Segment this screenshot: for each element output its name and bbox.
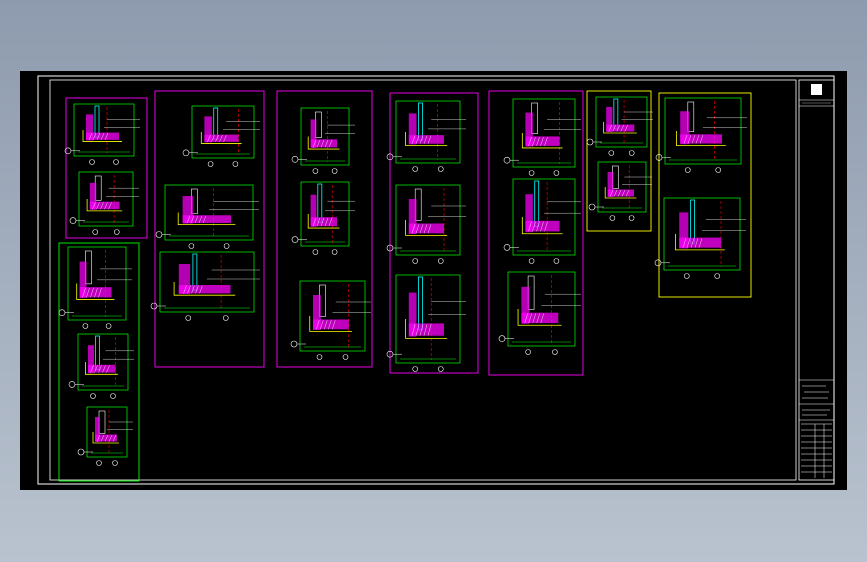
wall-section [408,113,417,145]
wall-section [182,196,194,224]
wall-section [606,107,613,132]
wall-section [95,417,100,442]
wall-section [408,199,417,234]
wall-section [525,194,533,233]
wall-section [204,116,212,143]
wall-section [89,182,97,210]
drawing-canvas [20,71,847,490]
wall-section [310,119,317,148]
wall-section [408,292,417,337]
wall-section [521,286,530,324]
title-block-logo-icon [811,84,822,95]
wall-section [79,261,87,299]
wall-section [310,194,317,227]
wall-section [607,172,614,197]
cad-viewport[interactable] [0,0,867,562]
wall-section [313,295,321,330]
wall-section [178,264,191,294]
wall-section [88,345,94,374]
wall-section [679,212,689,249]
wall-section [680,111,690,145]
wall-section [525,112,533,147]
wall-section [86,114,94,141]
drawing-svg [20,71,847,490]
